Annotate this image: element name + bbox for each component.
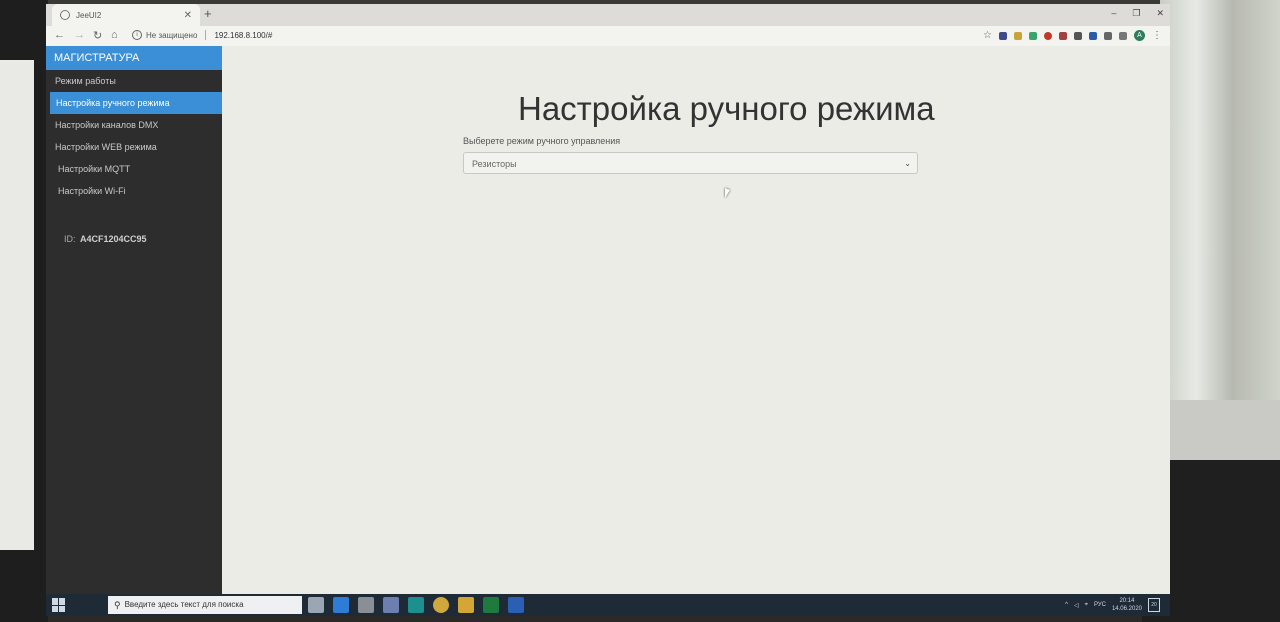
sidebar-item-mode[interactable]: Режим работы [46, 70, 222, 92]
mode-select-value: Резисторы [472, 159, 517, 169]
new-tab-button[interactable]: + [204, 6, 212, 21]
device-id-value: A4CF1204CC95 [80, 234, 147, 244]
sidebar-item-manual-mode[interactable]: Настройка ручного режима [50, 92, 222, 114]
save-app-icon[interactable] [383, 597, 399, 613]
globe-icon [60, 10, 70, 20]
app-icon[interactable] [358, 597, 374, 613]
arduino-icon[interactable] [408, 597, 424, 613]
tab-bar: JeeUI2 ✕ + – ❐ ✕ [46, 4, 1170, 26]
mode-select-label: Выберете режим ручного управления [463, 136, 621, 146]
extension-icon-d[interactable] [1059, 31, 1067, 40]
restore-button[interactable]: ❐ [1132, 8, 1140, 19]
word-icon[interactable] [508, 597, 524, 613]
volume-icon[interactable]: ◁ [1074, 602, 1079, 609]
url-text[interactable]: 192.168.8.100/# [214, 31, 272, 40]
sidebar-item-web[interactable]: Настройки WEB режима [46, 136, 222, 158]
clock[interactable]: 20:14 14.06.2020 [1112, 597, 1142, 613]
chevron-up-icon[interactable]: ^ [1065, 602, 1068, 608]
window-controls: – ❐ ✕ [1111, 8, 1164, 19]
bookmark-star-icon[interactable]: ☆ [983, 30, 992, 41]
search-icon: ⚲ [114, 600, 121, 610]
windows-taskbar: ⚲ Введите здесь текст для поиска ^ ◁ ⌖ Р… [46, 594, 1170, 616]
device-id-label: ID: [64, 234, 76, 244]
clock-date: 14.06.2020 [1111, 606, 1142, 612]
extension-icon-c[interactable] [1029, 31, 1037, 40]
chevron-down-icon: ⌄ [904, 159, 911, 168]
reload-icon[interactable]: ↻ [93, 29, 102, 42]
taskbar-search-placeholder: Введите здесь текст для поиска [124, 600, 244, 609]
mode-select[interactable]: Резисторы ⌄ [463, 152, 918, 174]
sidebar: МАГИСТРАТУРА Режим работы Настройка ручн… [46, 46, 222, 596]
minimize-button[interactable]: – [1111, 8, 1116, 19]
close-tab-icon[interactable]: ✕ [184, 10, 192, 21]
mouse-cursor-icon [725, 188, 730, 198]
reading-list-icon[interactable] [1119, 31, 1127, 40]
excel-icon[interactable] [483, 597, 499, 613]
left-monitor [0, 0, 48, 622]
sidebar-brand[interactable]: МАГИСТРАТУРА [46, 46, 222, 70]
file-explorer-icon[interactable] [458, 597, 474, 613]
extension-icon-e[interactable] [1074, 31, 1082, 40]
main-content: Настройка ручного режима Выберете режим … [222, 46, 1170, 596]
extensions-area: ☆ A ⋮ [983, 30, 1162, 41]
browser-tab[interactable]: JeeUI2 ✕ [52, 4, 200, 26]
taskbar-search[interactable]: ⚲ Введите здесь текст для поиска [108, 596, 302, 614]
sidebar-item-dmx[interactable]: Настройки каналов DMX [46, 114, 222, 136]
notification-icon[interactable]: 20 [1148, 598, 1160, 612]
page-title: Настройка ручного режима [518, 90, 935, 127]
tab-title: JeeUI2 [76, 10, 102, 20]
address-bar[interactable]: i Не защищено 192.168.8.100/# [132, 30, 272, 40]
task-view-icon[interactable] [308, 597, 324, 613]
system-tray: ^ ◁ ⌖ РУС 20:14 14.06.2020 20 [1065, 597, 1160, 613]
security-label: Не защищено [146, 30, 198, 40]
web-page: МАГИСТРАТУРА Режим работы Настройка ручн… [46, 46, 1170, 596]
kebab-menu-icon[interactable]: ⋮ [1152, 30, 1162, 41]
send-icon[interactable] [1104, 31, 1112, 40]
vscode-icon[interactable] [333, 597, 349, 613]
back-arrow-icon[interactable]: ← [54, 29, 65, 41]
opera-vpn-icon[interactable] [1044, 31, 1052, 40]
monitor-screen: JeeUI2 ✕ + – ❐ ✕ ← → ↻ ⌂ i Не защищено 1… [46, 4, 1170, 616]
device-id: ID: A4CF1204CC95 [64, 234, 147, 244]
forward-arrow-icon[interactable]: → [74, 29, 85, 41]
extension-icon-a[interactable] [999, 31, 1007, 40]
clock-time: 20:14 [1119, 598, 1135, 604]
network-icon[interactable]: ⌖ [1085, 602, 1088, 609]
home-icon[interactable]: ⌂ [111, 29, 118, 41]
windows-start-icon[interactable] [52, 598, 66, 612]
address-divider [205, 30, 207, 40]
taskbar-apps [308, 597, 524, 613]
extension-icon-b[interactable] [1014, 31, 1022, 40]
language-indicator[interactable]: РУС [1094, 602, 1106, 608]
sidebar-item-mqtt[interactable]: Настройки MQTT [46, 158, 222, 180]
info-icon[interactable]: i [132, 30, 142, 40]
profile-avatar[interactable]: A [1134, 30, 1145, 41]
chrome-icon[interactable] [433, 597, 449, 613]
left-monitor-screen [0, 60, 34, 550]
extension-icon-f[interactable] [1089, 31, 1097, 40]
close-window-button[interactable]: ✕ [1156, 8, 1164, 19]
sidebar-item-wifi[interactable]: Настройки Wi-Fi [46, 180, 222, 202]
